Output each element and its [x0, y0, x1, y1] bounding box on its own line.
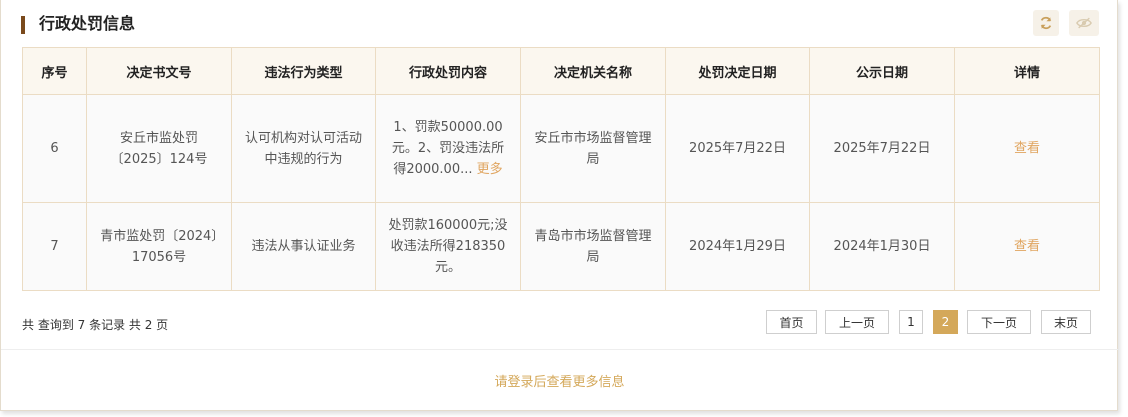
- penalty-panel: 行政处罚信息 序号 决定书文号 违法行为类型 行政处罚内容 决定机关名称 处罚决…: [0, 0, 1118, 411]
- cell-publish-date: 2025年7月22日: [809, 94, 955, 203]
- refresh-icon: [1040, 16, 1052, 30]
- refresh-button[interactable]: [1033, 10, 1059, 36]
- eye-slash-icon: [1076, 17, 1092, 29]
- toggle-visibility-button[interactable]: [1069, 10, 1099, 36]
- col-violation: 违法行为类型: [231, 47, 376, 95]
- more-link[interactable]: 更多: [477, 162, 503, 177]
- cell-decision-date: 2024年1月29日: [665, 202, 810, 291]
- cell-doc-no: 安丘市监处罚〔2025〕124号: [86, 94, 232, 203]
- col-detail: 详情: [954, 47, 1100, 95]
- cell-authority: 安丘市市场监督管理局: [520, 94, 666, 203]
- col-seq: 序号: [22, 47, 87, 95]
- cell-decision-date: 2025年7月22日: [665, 94, 810, 203]
- page-2-button[interactable]: 2: [933, 310, 958, 334]
- panel-header: 行政处罚信息: [1, 0, 1117, 46]
- cell-content: 1、罚款50000.00元。2、罚没违法所得2000.00... 更多: [375, 94, 521, 203]
- cell-seq: 7: [22, 202, 87, 291]
- col-content: 行政处罚内容: [375, 47, 521, 95]
- prev-page-button[interactable]: 上一页: [825, 310, 889, 334]
- col-decision-date: 处罚决定日期: [665, 47, 810, 95]
- cell-content: 处罚款160000元;没收违法所得218350元。: [375, 202, 521, 291]
- col-authority: 决定机关名称: [520, 47, 666, 95]
- record-summary: 共 查询到 7 条记录 共 2 页: [22, 318, 169, 332]
- cell-doc-no: 青市监处罚〔2024〕17056号: [86, 202, 232, 291]
- table-header-row: 序号 决定书文号 违法行为类型 行政处罚内容 决定机关名称 处罚决定日期 公示日…: [22, 47, 1100, 95]
- title-accent-bar: [21, 16, 25, 34]
- cell-detail: 查看: [954, 94, 1100, 203]
- cell-detail: 查看: [954, 202, 1100, 291]
- penalty-table: 序号 决定书文号 违法行为类型 行政处罚内容 决定机关名称 处罚决定日期 公示日…: [22, 47, 1100, 291]
- col-doc-no: 决定书文号: [86, 47, 232, 95]
- footer-divider: [1, 349, 1118, 350]
- panel-title: 行政处罚信息: [39, 14, 136, 33]
- cell-seq: 6: [22, 94, 87, 203]
- cell-authority: 青岛市市场监督管理局: [520, 202, 666, 291]
- first-page-button[interactable]: 首页: [766, 310, 817, 334]
- cell-violation: 认可机构对认可活动中违规的行为: [231, 94, 376, 203]
- table-row: 6 安丘市监处罚〔2025〕124号 认可机构对认可活动中违规的行为 1、罚款5…: [22, 94, 1100, 203]
- login-prompt-link[interactable]: 请登录后查看更多信息: [1, 371, 1118, 390]
- cell-violation: 违法从事认证业务: [231, 202, 376, 291]
- cell-publish-date: 2024年1月30日: [809, 202, 955, 291]
- last-page-button[interactable]: 末页: [1041, 310, 1091, 334]
- next-page-button[interactable]: 下一页: [967, 310, 1031, 334]
- view-link[interactable]: 查看: [1014, 141, 1040, 156]
- col-publish-date: 公示日期: [809, 47, 955, 95]
- table-row: 7 青市监处罚〔2024〕17056号 违法从事认证业务 处罚款160000元;…: [22, 202, 1100, 291]
- page-1-button[interactable]: 1: [899, 310, 923, 334]
- view-link[interactable]: 查看: [1014, 239, 1040, 254]
